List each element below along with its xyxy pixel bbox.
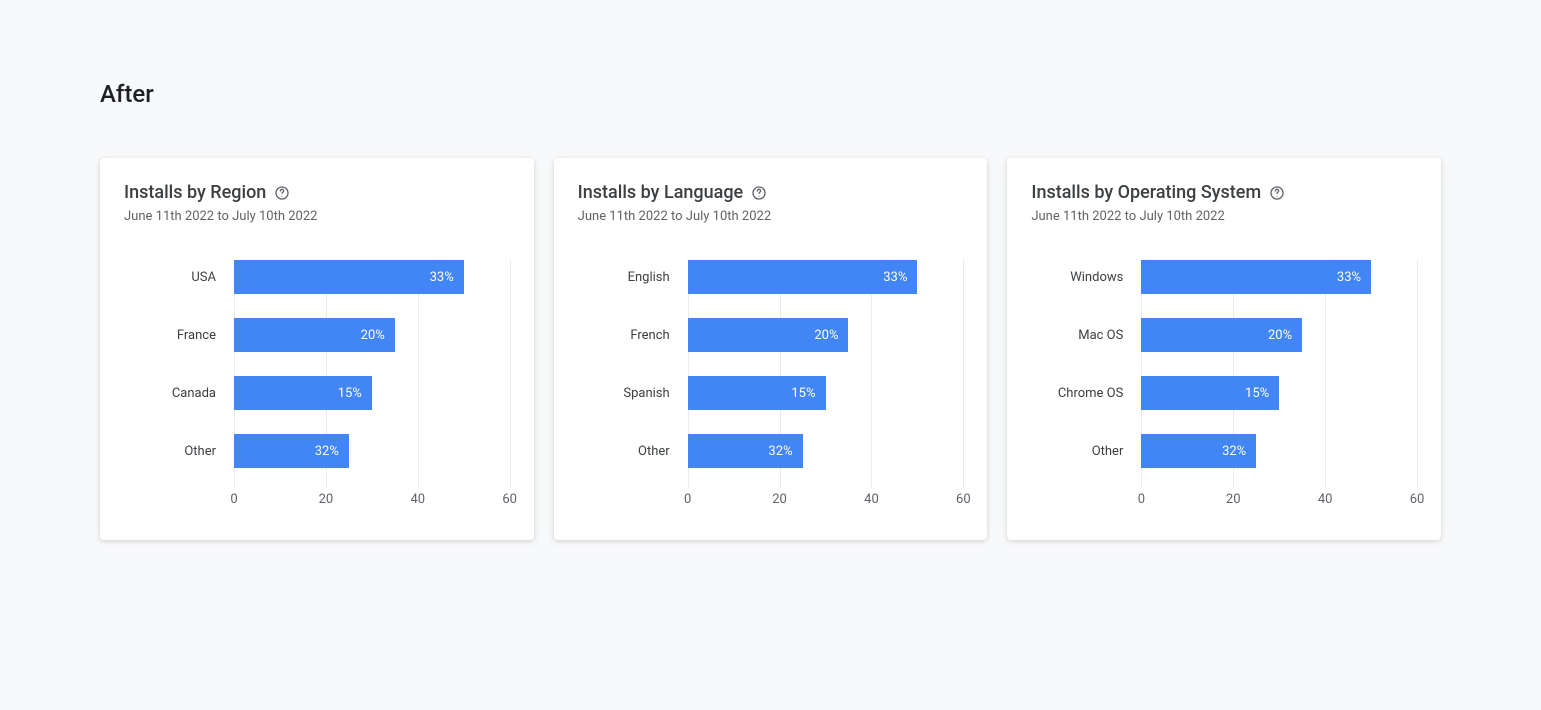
axis-tick: 40 — [1318, 492, 1333, 507]
bar-row: Spanish 15% — [578, 376, 964, 410]
bar: 20% — [1141, 318, 1302, 352]
bar-row: French 20% — [578, 318, 964, 352]
bar-value: 33% — [883, 270, 907, 285]
bar: 32% — [234, 434, 349, 468]
bar-row: Canada 15% — [124, 376, 510, 410]
axis-tick: 20 — [319, 492, 334, 507]
bar-chart: USA33%France20%Canada15%Other32%0204060 — [124, 260, 510, 512]
bar-value: 20% — [1268, 328, 1292, 343]
bar-label: Other — [578, 444, 688, 459]
bar-row: Other 32% — [578, 434, 964, 468]
bar-area: 32% — [234, 434, 510, 468]
bar-label: Canada — [124, 386, 234, 401]
bar-row: France 20% — [124, 318, 510, 352]
axis-tick: 0 — [230, 492, 237, 507]
bar-label: English — [578, 270, 688, 285]
bar-label: Windows — [1031, 270, 1141, 285]
axis-tick: 60 — [502, 492, 517, 507]
bar-chart: English 33% French 20% Spanish 15% Other 32% 0 20… — [578, 260, 964, 512]
bar: 20% — [234, 318, 395, 352]
bar: 32% — [688, 434, 803, 468]
bar: 15% — [234, 376, 372, 410]
bar-row: Windows 33% — [1031, 260, 1417, 294]
axis-tick: 60 — [956, 492, 971, 507]
bar-area: 20% — [688, 318, 964, 352]
bar-label: Other — [1031, 444, 1141, 459]
bar-value: 15% — [1245, 386, 1269, 401]
card-subtitle: June 11th 2022 to July 10th 2022 — [578, 209, 964, 224]
bar-area: 15% — [688, 376, 964, 410]
bar-area: 20% — [1141, 318, 1417, 352]
help-icon[interactable] — [1269, 185, 1285, 201]
card-header: Installs by Language — [578, 182, 964, 203]
bar-value: 33% — [430, 270, 454, 285]
bar-value: 15% — [791, 386, 815, 401]
bar-value: 20% — [361, 328, 385, 343]
card-header: Installs by Operating System — [1031, 182, 1417, 203]
card-title: Installs by Language — [578, 182, 744, 203]
x-axis: 0204060 — [688, 492, 964, 512]
bar-value: 32% — [768, 444, 792, 459]
bar-row: USA 33% — [124, 260, 510, 294]
axis-tick: 40 — [410, 492, 425, 507]
bar-value: 32% — [315, 444, 339, 459]
card-subtitle: June 11th 2022 to July 10th 2022 — [124, 209, 510, 224]
bar-area: 33% — [688, 260, 964, 294]
bar: 33% — [234, 260, 464, 294]
axis-tick: 40 — [864, 492, 879, 507]
axis-tick: 20 — [1226, 492, 1241, 507]
card-title: Installs by Region — [124, 182, 266, 203]
chart-card: Installs by Operating System June 11th 2… — [1007, 158, 1441, 540]
gridline — [963, 260, 964, 488]
bar-value: 32% — [1222, 444, 1246, 459]
bar-area: 20% — [234, 318, 510, 352]
bar-label: Chrome OS — [1031, 386, 1141, 401]
card-header: Installs by Region — [124, 182, 510, 203]
bar-area: 15% — [1141, 376, 1417, 410]
bar: 15% — [1141, 376, 1279, 410]
bar-label: Other — [124, 444, 234, 459]
bar-label: Mac OS — [1031, 328, 1141, 343]
bar-label: USA — [124, 270, 234, 285]
chart-card: Installs by Language June 11th 2022 to J… — [554, 158, 988, 540]
bar-label: Spanish — [578, 386, 688, 401]
bar-row: Chrome OS 15% — [1031, 376, 1417, 410]
x-axis: 0204060 — [234, 492, 510, 512]
bar-chart: Windows 33% Mac OS 20% Chrome OS 15% Other 32% 0… — [1031, 260, 1417, 512]
axis-tick: 0 — [684, 492, 691, 507]
axis-tick: 0 — [1138, 492, 1145, 507]
help-icon[interactable] — [751, 185, 767, 201]
bar-area: 15% — [234, 376, 510, 410]
bar-area: 33% — [234, 260, 510, 294]
card-title: Installs by Operating System — [1031, 182, 1261, 203]
bar-row: Other 32% — [1031, 434, 1417, 468]
help-icon[interactable] — [274, 185, 290, 201]
gridline — [510, 260, 511, 488]
bar: 33% — [1141, 260, 1371, 294]
bar-area: 32% — [1141, 434, 1417, 468]
bar-label: France — [124, 328, 234, 343]
bar-value: 20% — [814, 328, 838, 343]
card-subtitle: June 11th 2022 to July 10th 2022 — [1031, 209, 1417, 224]
axis-tick: 60 — [1410, 492, 1425, 507]
bar-value: 15% — [338, 386, 362, 401]
bar-row: Other 32% — [124, 434, 510, 468]
bar-label: French — [578, 328, 688, 343]
cards-container: Installs by Region June 11th 2022 to Jul… — [100, 158, 1441, 540]
page-title: After — [100, 80, 1441, 108]
bar: 15% — [688, 376, 826, 410]
bar-area: 33% — [1141, 260, 1417, 294]
axis-tick: 20 — [772, 492, 787, 507]
chart-card: Installs by Region June 11th 2022 to Jul… — [100, 158, 534, 540]
bar: 20% — [688, 318, 849, 352]
bar-row: Mac OS 20% — [1031, 318, 1417, 352]
bar-row: English 33% — [578, 260, 964, 294]
bar-value: 33% — [1337, 270, 1361, 285]
bar: 32% — [1141, 434, 1256, 468]
bar-area: 32% — [688, 434, 964, 468]
x-axis: 0204060 — [1141, 492, 1417, 512]
gridline — [1417, 260, 1418, 488]
bar: 33% — [688, 260, 918, 294]
